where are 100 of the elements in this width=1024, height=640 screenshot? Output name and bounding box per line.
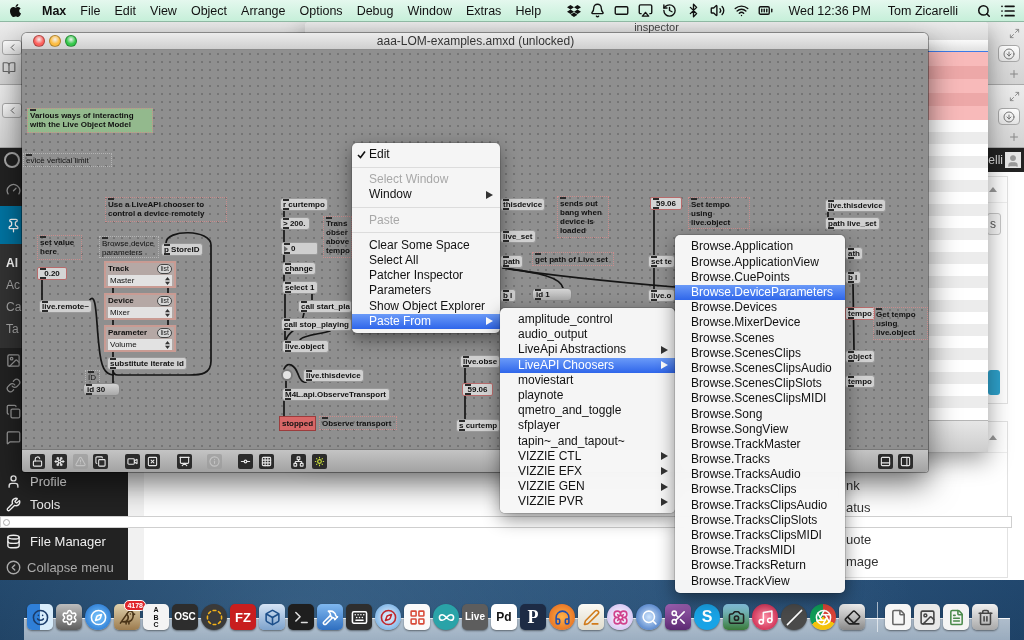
menu-item[interactable]: Browse.MixerDevice [675,315,845,331]
menu-link[interactable]: Ac [0,274,20,296]
menu-item[interactable]: Browse.ApplicationView [675,254,845,270]
menu-item[interactable]: Browse.SongView [675,421,845,437]
sidebar-item[interactable]: File Manager [0,530,128,552]
aperture-icon[interactable] [810,604,836,630]
scissors-icon[interactable] [665,604,691,630]
menu-title[interactable]: View [143,0,184,21]
gauge-icon[interactable] [6,181,21,197]
menu-title[interactable]: Edit [107,0,144,21]
download-button[interactable] [998,45,1020,62]
menu-item[interactable]: Select All [352,252,500,269]
volume-icon[interactable] [710,3,726,18]
music-note-icon[interactable] [752,604,778,630]
menu-item[interactable]: playnote [500,387,675,404]
menu-item[interactable]: Browse.Application [675,239,845,255]
menu-item[interactable]: VIZZIE EFX [500,463,675,480]
message-box[interactable]: id 1 [532,288,572,301]
menu-item[interactable]: Browse.Tracks [675,452,845,468]
menu-item[interactable]: Browse.ScenesClipSlots [675,376,845,392]
patch-object[interactable]: path [500,255,523,268]
patch-object[interactable]: set te [648,255,675,268]
menu-link[interactable]: Ta [0,318,19,340]
wifi-icon[interactable] [734,3,750,18]
sidebar-item[interactable]: Tools [0,492,128,516]
menu-link[interactable]: Al [0,252,18,274]
smile-icon[interactable] [27,604,53,630]
patch-object[interactable]: r curtempo [280,198,328,211]
magnifier-icon[interactable] [636,604,662,630]
caret-icon[interactable] [989,434,997,440]
menu-item[interactable]: Browse.TracksReturn [675,558,845,574]
logo-icon[interactable] [4,152,20,168]
minimize-button[interactable] [49,35,61,47]
patch-object[interactable]: substitute iterate id [107,357,187,370]
patch-object[interactable]: ath [845,247,863,260]
app-menu[interactable]: Max [35,0,74,21]
sidebar-item[interactable]: Profile [0,470,128,492]
patch-object[interactable]: live.o [648,289,675,302]
menu-item[interactable]: Browse.TracksClipSlots [675,512,845,528]
line-node-icon[interactable] [238,453,253,469]
menu-item[interactable]: moviestart [500,372,675,388]
menu-title[interactable]: Arrange [234,0,293,21]
image-icon[interactable] [914,604,940,630]
bang-button[interactable] [281,369,293,381]
infinity-icon[interactable] [433,604,459,630]
user-name[interactable]: elli [988,153,1003,167]
zoom-button[interactable] [65,35,77,47]
patch-object[interactable]: s curtemp [456,419,500,432]
battery-icon[interactable] [758,3,774,18]
terminal-icon[interactable] [288,604,314,630]
camera-icon[interactable] [723,604,749,630]
patch-object[interactable]: tempo [845,375,875,388]
apple-icon[interactable] [8,3,23,18]
patch-object[interactable]: live.thisdevice [825,199,886,212]
gear-icon[interactable] [56,604,82,630]
number-box[interactable]: 59.06 [650,197,682,210]
patch-object[interactable]: live.obse [460,355,500,368]
grid-icon[interactable] [259,453,274,469]
patch-object[interactable]: > 200. [280,217,310,230]
patch-object[interactable]: live.object [282,340,329,353]
patch-object[interactable]: call start_pla [298,300,352,313]
option-label[interactable]: atus [846,497,871,519]
expand-icon[interactable] [1009,28,1020,39]
user-name[interactable]: Tom Zicarelli [887,0,958,21]
rectangle-icon[interactable] [614,3,630,18]
dock-app[interactable]: FZ [230,604,256,630]
patch-object[interactable]: select 1 [282,281,318,294]
menu-title[interactable]: Window [400,0,459,21]
compass-icon[interactable] [375,604,401,630]
close-box-icon[interactable] [145,453,160,469]
menu-item[interactable]: Parameters [352,283,500,299]
patch-object[interactable]: b l [845,271,861,284]
clock-text[interactable]: Wed 12:36 PM [788,0,871,21]
menu-item[interactable]: Browse.ScenesClipsAudio [675,360,845,377]
headphones-icon[interactable] [549,604,575,630]
dock-app[interactable]: Live [462,604,488,630]
menu-item[interactable]: VIZZIE CTL [500,448,675,464]
menu-item[interactable]: audio_output [500,327,675,343]
dock-app[interactable]: P [520,604,546,630]
menu-item[interactable]: qmetro_and_toggle [500,403,675,419]
menu-item[interactable]: Browse.Song [675,406,845,422]
menu-title[interactable]: Help [508,0,549,21]
pencil-icon[interactable] [578,604,604,630]
patch-object[interactable]: live_set [500,230,536,243]
list-icon[interactable] [1000,2,1016,19]
dock-app[interactable]: Pd [491,604,517,630]
menu-title[interactable]: Object [183,0,235,21]
menu-item[interactable]: Browse.DeviceParameters [675,284,845,301]
patch-object[interactable]: live.thisdevice [303,369,364,382]
patch-object[interactable]: call stop_playing [281,318,352,331]
menu-item[interactable]: Show Object Explorer [352,298,500,314]
book-icon[interactable] [2,61,16,75]
expand-icon[interactable] [1009,91,1020,102]
menu-item[interactable]: Browse.TracksClipsAudio [675,497,845,513]
menu-title[interactable]: Extras [458,0,509,21]
slash-icon[interactable] [781,604,807,630]
document-icon[interactable] [943,604,969,630]
chooser-menu[interactable]: Mixer [108,307,172,318]
clock-arrow-icon[interactable] [662,3,678,18]
patch-object[interactable]: M4L.api.ObserveTransport [282,388,390,401]
